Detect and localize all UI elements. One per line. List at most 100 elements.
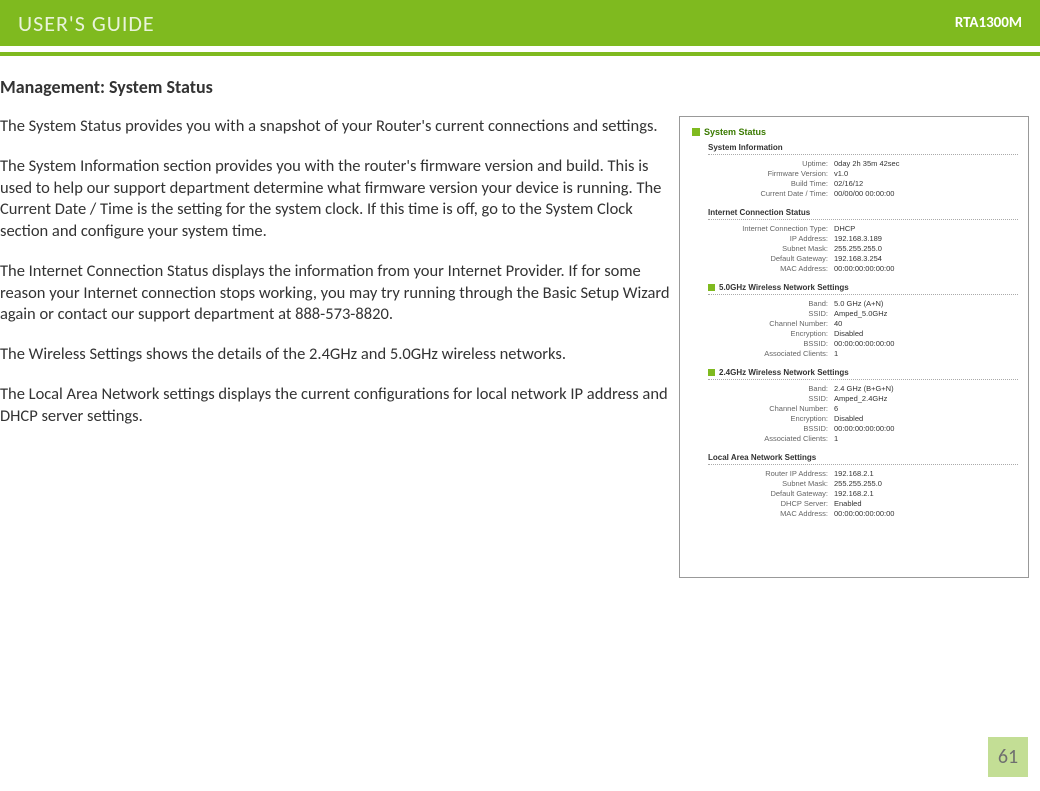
section-name: 2.4GHz Wireless Network Settings: [719, 368, 849, 377]
header-title: USER'S GUIDE: [18, 10, 155, 37]
kv-row: Subnet Mask:255.255.255.0: [708, 479, 1018, 488]
kv-val: 00:00:00:00:00:00: [834, 424, 894, 433]
kv-row: Current Date / Time:00/00/00 00:00:00: [708, 189, 1018, 198]
kv-row: Encryption:Disabled: [708, 329, 1018, 338]
kv-val: Amped_5.0GHz: [834, 309, 887, 318]
divider: [708, 154, 1018, 155]
section-header-5ghz: 5.0GHz Wireless Network Settings: [708, 283, 1018, 292]
kv-row: IP Address:192.168.3.189: [708, 234, 1018, 243]
section-header-sysinfo: System Information: [708, 143, 1018, 152]
kv-key: Subnet Mask:: [708, 479, 834, 488]
kv-key: Band:: [708, 384, 834, 393]
kv-val: v1.0: [834, 169, 848, 178]
kv-row: MAC Address:00:00:00:00:00:00: [708, 264, 1018, 273]
paragraph: The Local Area Network settings displays…: [0, 384, 673, 428]
kv-key: Channel Number:: [708, 319, 834, 328]
kv-row: Router IP Address:192.168.2.1: [708, 469, 1018, 478]
section-header-24ghz: 2.4GHz Wireless Network Settings: [708, 368, 1018, 377]
kv-key: Band:: [708, 299, 834, 308]
kv-val: 00:00:00:00:00:00: [834, 339, 894, 348]
kv-key: IP Address:: [708, 234, 834, 243]
screenshot-title-text: System Status: [704, 127, 766, 137]
kv-val: 192.168.3.254: [834, 254, 882, 263]
kv-row: Internet Connection Type:DHCP: [708, 224, 1018, 233]
section-name: 5.0GHz Wireless Network Settings: [719, 283, 849, 292]
content: Management: System Status The System Sta…: [0, 56, 1040, 578]
kv-key: Encryption:: [708, 414, 834, 423]
system-status-screenshot: System Status System Information Uptime:…: [679, 116, 1029, 578]
kv-key: MAC Address:: [708, 264, 834, 273]
kv-row: Default Gateway:192.168.2.1: [708, 489, 1018, 498]
kv-key: Current Date / Time:: [708, 189, 834, 198]
divider: [708, 219, 1018, 220]
kv-row: DHCP Server:Enabled: [708, 499, 1018, 508]
kv-row: SSID:Amped_5.0GHz: [708, 309, 1018, 318]
kv-row: BSSID:00:00:00:00:00:00: [708, 424, 1018, 433]
kv-row: Uptime:0day 2h 35m 42sec: [708, 159, 1018, 168]
text-column: The System Status provides you with a sn…: [0, 116, 673, 578]
kv-key: DHCP Server:: [708, 499, 834, 508]
section-heading: Management: System Status: [0, 76, 1040, 98]
kv-key: Uptime:: [708, 159, 834, 168]
paragraph: The Wireless Settings shows the details …: [0, 344, 673, 366]
divider: [708, 464, 1018, 465]
header-model: RTA1300M: [955, 14, 1022, 32]
kv-val: Disabled: [834, 329, 863, 338]
kv-row: Channel Number:40: [708, 319, 1018, 328]
square-icon: [708, 369, 715, 376]
kv-key: SSID:: [708, 309, 834, 318]
kv-val: 255.255.255.0: [834, 479, 882, 488]
kv-val: 192.168.3.189: [834, 234, 882, 243]
screenshot-title: System Status: [692, 127, 1018, 137]
kv-row: Default Gateway:192.168.3.254: [708, 254, 1018, 263]
paragraph: The System Information section provides …: [0, 156, 673, 243]
kv-key: Associated Clients:: [708, 434, 834, 443]
kv-row: Firmware Version:v1.0: [708, 169, 1018, 178]
kv-key: Firmware Version:: [708, 169, 834, 178]
kv-key: Default Gateway:: [708, 489, 834, 498]
kv-key: BSSID:: [708, 339, 834, 348]
kv-row: Band:2.4 GHz (B+G+N): [708, 384, 1018, 393]
kv-key: Channel Number:: [708, 404, 834, 413]
kv-key: Subnet Mask:: [708, 244, 834, 253]
kv-val: 6: [834, 404, 838, 413]
kv-row: Channel Number:6: [708, 404, 1018, 413]
kv-key: Encryption:: [708, 329, 834, 338]
kv-val: 5.0 GHz (A+N): [834, 299, 883, 308]
kv-row: BSSID:00:00:00:00:00:00: [708, 339, 1018, 348]
paragraph: The System Status provides you with a sn…: [0, 116, 673, 138]
kv-row: Associated Clients:1: [708, 434, 1018, 443]
kv-val: 00:00:00:00:00:00: [834, 509, 894, 518]
section-name: Local Area Network Settings: [708, 453, 816, 462]
divider: [708, 379, 1018, 380]
kv-key: MAC Address:: [708, 509, 834, 518]
doc-header: USER'S GUIDE RTA1300M: [0, 0, 1040, 46]
section-name: Internet Connection Status: [708, 208, 810, 217]
section-name: System Information: [708, 143, 783, 152]
divider: [708, 294, 1018, 295]
kv-key: Router IP Address:: [708, 469, 834, 478]
kv-val: 1: [834, 349, 838, 358]
section-header-lan: Local Area Network Settings: [708, 453, 1018, 462]
kv-row: SSID:Amped_2.4GHz: [708, 394, 1018, 403]
kv-row: Build Time:02/16/12: [708, 179, 1018, 188]
kv-key: Default Gateway:: [708, 254, 834, 263]
kv-key: Associated Clients:: [708, 349, 834, 358]
kv-val: 02/16/12: [834, 179, 863, 188]
page: USER'S GUIDE RTA1300M Management: System…: [0, 0, 1040, 791]
kv-val: 40: [834, 319, 842, 328]
kv-val: Amped_2.4GHz: [834, 394, 887, 403]
kv-val: Disabled: [834, 414, 863, 423]
page-number: 61: [988, 737, 1028, 777]
kv-val: 192.168.2.1: [834, 469, 874, 478]
kv-val: 00:00:00:00:00:00: [834, 264, 894, 273]
square-icon: [692, 128, 700, 136]
kv-key: SSID:: [708, 394, 834, 403]
kv-val: 00/00/00 00:00:00: [834, 189, 894, 198]
kv-val: 1: [834, 434, 838, 443]
kv-row: Associated Clients:1: [708, 349, 1018, 358]
kv-key: Internet Connection Type:: [708, 224, 834, 233]
kv-val: Enabled: [834, 499, 862, 508]
section-header-internet: Internet Connection Status: [708, 208, 1018, 217]
kv-key: BSSID:: [708, 424, 834, 433]
